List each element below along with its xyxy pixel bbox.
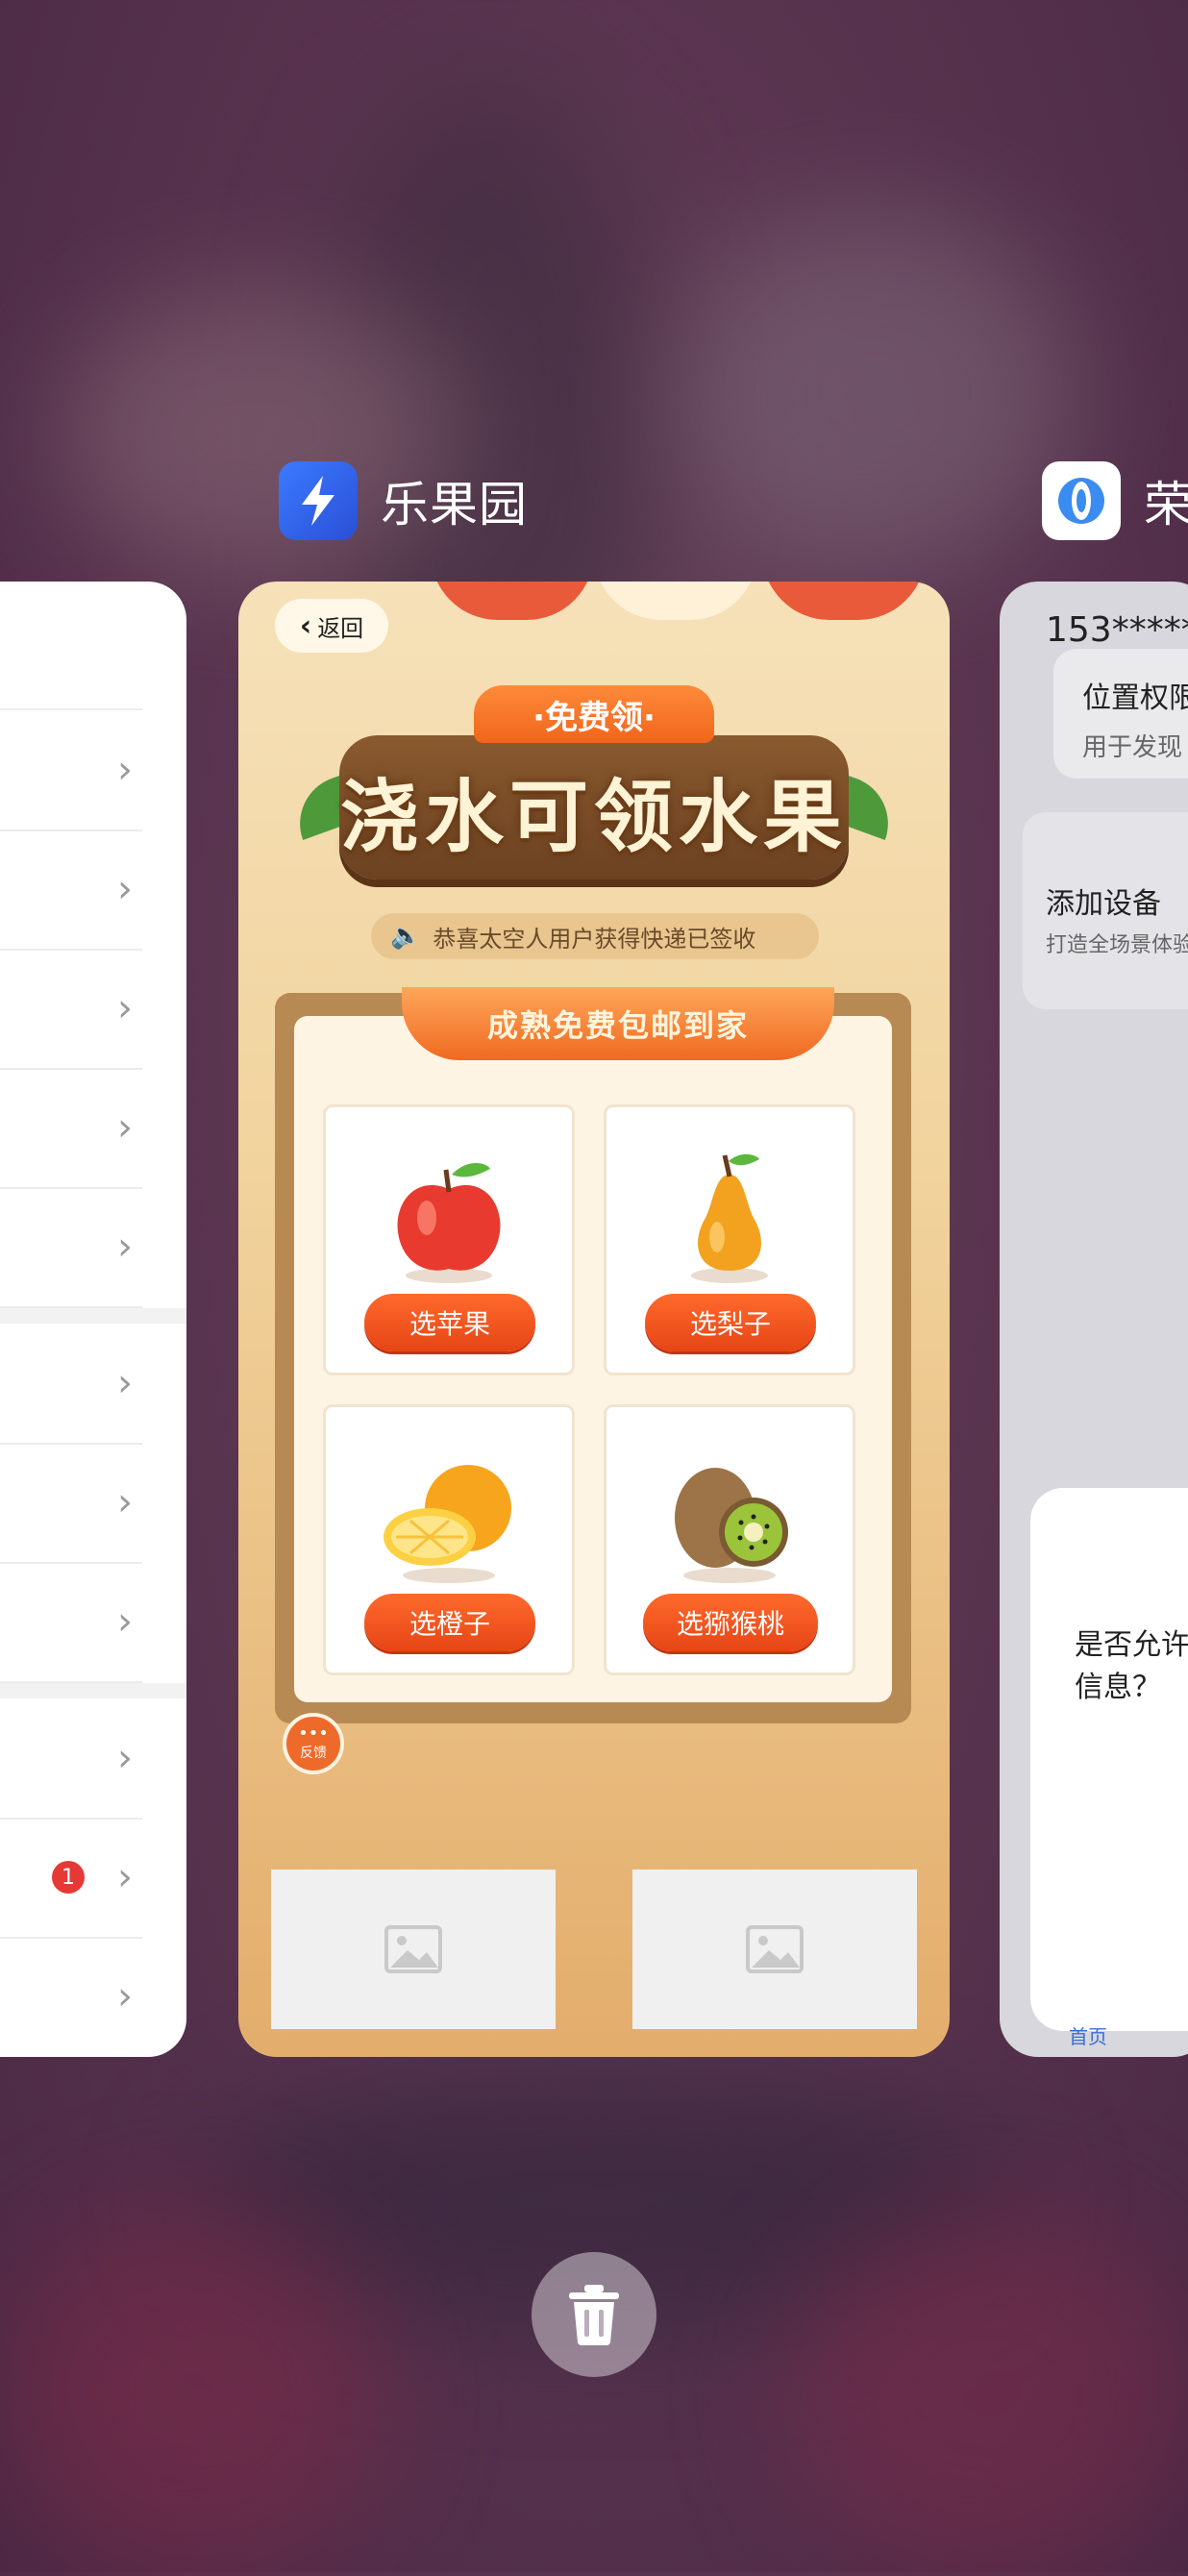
list-item[interactable]: › <box>0 1068 142 1189</box>
notification-badge: 1 <box>52 1861 85 1894</box>
divider <box>0 1308 186 1324</box>
background-blur <box>673 211 1077 577</box>
back-label: 返回 <box>317 614 364 642</box>
pear-icon <box>691 1153 768 1283</box>
dialog-line: 信息？ <box>1075 1671 1161 1704</box>
dialog-text: 是否允许 信息？ <box>1075 1624 1188 1709</box>
fruit-tile-apple[interactable]: 选苹果 <box>323 1104 575 1375</box>
list-item[interactable]: › <box>0 1937 142 2056</box>
app-header-right: 荣 <box>1042 461 1188 540</box>
leguoyuan-app-icon[interactable] <box>279 461 358 540</box>
image-placeholder[interactable] <box>271 1870 556 2029</box>
chevron-left-icon: ‹ <box>299 608 312 643</box>
feedback-button[interactable]: ••• 反馈 <box>283 1713 344 1774</box>
add-device-subtitle: 打造全场景体验 <box>1046 933 1188 957</box>
speaker-icon: 🔈 <box>390 922 422 951</box>
honor-app-icon[interactable] <box>1042 461 1121 540</box>
list-item[interactable]: › <box>0 1443 142 1564</box>
notice-bar: 🔈 恭喜太空人用户获得快递已签收 <box>371 913 819 959</box>
divider <box>0 1683 186 1698</box>
list-item[interactable]: › <box>0 830 142 951</box>
app-title: 乐果园 <box>381 477 528 533</box>
recent-app-card-left[interactable]: › › › › › › › › › 1 › › <box>0 582 186 2057</box>
dialog-line: 是否允许 <box>1075 1628 1188 1662</box>
chevron-right-icon: › <box>117 748 133 792</box>
pick-kiwi-button[interactable]: 选猕猴桃 <box>643 1594 818 1651</box>
page-title: 浇水可领水果 <box>339 772 848 863</box>
clear-all-button[interactable] <box>532 2252 656 2377</box>
tab-home[interactable]: 首页 <box>1069 2021 1107 2049</box>
kiwi-icon <box>675 1468 788 1583</box>
recent-app-card-leguoyuan[interactable]: ‹ 返回 ·免费领· 浇水可领水果 🔈 恭喜太空人用户获得快递已签收 成熟免费包… <box>238 582 950 2057</box>
pick-pear-button[interactable]: 选梨子 <box>645 1294 816 1351</box>
pick-apple-button[interactable]: 选苹果 <box>364 1294 535 1351</box>
app-title: 荣 <box>1144 477 1188 533</box>
image-placeholder-icon <box>384 1925 442 1973</box>
chevron-right-icon: › <box>117 1361 133 1405</box>
image-placeholder[interactable] <box>632 1870 917 2029</box>
list-item[interactable]: › <box>0 1698 142 1820</box>
fruit-tile-kiwi[interactable]: 选猕猴桃 <box>604 1404 855 1675</box>
chevron-right-icon: › <box>117 1105 133 1150</box>
trash-icon <box>569 2285 619 2345</box>
list-item[interactable]: › <box>0 1187 142 1308</box>
fruit-board-inner: 成熟免费包邮到家 选苹果 选梨子 选橙子 选猕猴桃 <box>294 987 892 1702</box>
chevron-right-icon: › <box>117 1480 133 1524</box>
feedback-label: 反馈 <box>300 1746 327 1761</box>
add-device-card[interactable]: 添加设备 打造全场景体验 <box>1023 812 1188 1009</box>
chevron-right-icon: › <box>117 1855 133 1899</box>
chevron-right-icon: › <box>117 867 133 911</box>
fruit-tile-orange[interactable]: 选橙子 <box>323 1404 575 1675</box>
chevron-right-icon: › <box>117 1974 133 2019</box>
pick-orange-button[interactable]: 选橙子 <box>364 1594 535 1651</box>
chevron-right-icon: › <box>117 986 133 1030</box>
list-item[interactable]: › <box>0 1562 142 1683</box>
permission-popup[interactable]: 位置权限 用于发现 <box>1053 649 1188 779</box>
awning-decoration <box>594 582 757 620</box>
popup-title: 位置权限 <box>1082 681 1188 715</box>
chevron-right-icon: › <box>117 1599 133 1644</box>
chevron-right-icon: › <box>117 1736 133 1780</box>
apple-icon <box>397 1163 501 1283</box>
back-button[interactable]: ‹ 返回 <box>275 599 388 653</box>
list-item[interactable]: › <box>0 949 142 1070</box>
list-item[interactable]: 1 › <box>0 1818 142 1939</box>
image-placeholder-icon <box>746 1925 804 1973</box>
permission-dialog[interactable]: 是否允许 信息？ <box>1030 1488 1188 2031</box>
notice-text: 恭喜太空人用户获得快递已签收 <box>433 925 756 953</box>
background-blur <box>0 2211 384 2576</box>
board-banner: 成熟免费包邮到家 <box>402 987 834 1060</box>
chevron-right-icon: › <box>117 1225 133 1269</box>
chat-icon: ••• <box>298 1723 329 1744</box>
background-blur <box>788 2211 1188 2576</box>
awning-decoration <box>431 582 594 620</box>
app-header-leguoyuan: 乐果园 <box>279 461 528 540</box>
fruit-board: 成熟免费包邮到家 选苹果 选梨子 选橙子 选猕猴桃 <box>275 987 911 1723</box>
popup-subtitle: 用于发现 <box>1082 733 1183 762</box>
add-device-title: 添加设备 <box>1046 887 1161 921</box>
phone-number: 153***** <box>1046 610 1188 650</box>
fruit-tile-pear[interactable]: 选梨子 <box>604 1104 855 1375</box>
list-item[interactable]: › <box>0 1324 142 1445</box>
list-item[interactable]: › <box>0 710 142 831</box>
orange-icon <box>384 1465 511 1583</box>
list-item[interactable] <box>0 582 142 710</box>
free-ribbon: ·免费领· <box>474 685 714 743</box>
awning-decoration <box>762 582 926 620</box>
recent-app-card-right[interactable]: 153***** 位置权限 用于发现 添加设备 打造全场景体验 是否允许 信息？… <box>1000 582 1188 2057</box>
